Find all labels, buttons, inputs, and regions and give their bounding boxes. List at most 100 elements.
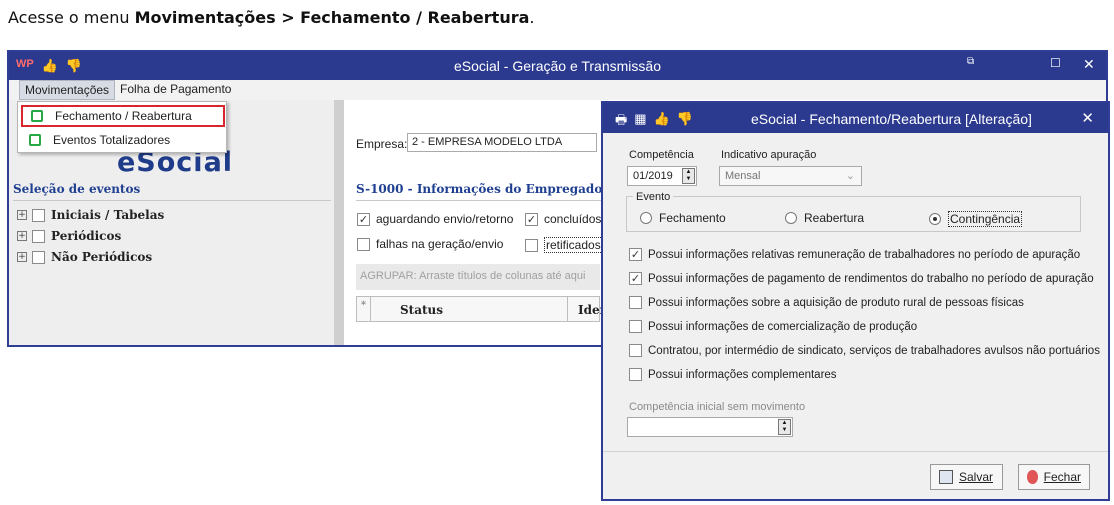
pane-splitter[interactable]: [334, 100, 344, 345]
competencia-inicial-field[interactable]: ▲ ▼: [627, 417, 793, 437]
competencia-inicial-label: Competência inicial sem movimento: [629, 401, 806, 413]
tree-checkbox[interactable]: [32, 208, 45, 222]
close-icon[interactable]: ✕: [1081, 109, 1094, 127]
maximize-icon[interactable]: ☐: [1050, 56, 1061, 70]
checkbox[interactable]: [629, 368, 642, 381]
tree-item-periodicos[interactable]: + Periódicos: [17, 229, 121, 243]
dialog-title-bar: 🖶 ▦ 👍 👎 eSocial - Fechamento/Reabertura …: [603, 103, 1108, 133]
spinner-icon[interactable]: ▲ ▼: [778, 419, 791, 435]
menu-bar: Movimentações Folha de Pagamento: [9, 80, 1106, 100]
indicativo-value: Mensal: [725, 170, 761, 182]
thumbs-up-icon[interactable]: 👍: [654, 111, 670, 133]
menu-movimentacoes[interactable]: Movimentações: [19, 80, 116, 100]
radio-icon[interactable]: [640, 212, 652, 224]
close-button[interactable]: Fechar: [1018, 464, 1090, 490]
tree-checkbox[interactable]: [32, 250, 45, 264]
competencia-value: 01/2019: [633, 170, 673, 182]
checkbox[interactable]: ✓: [525, 212, 538, 226]
checkbox[interactable]: [525, 238, 538, 252]
check-label: Possui informações relativas remuneração…: [648, 248, 1081, 261]
checkbox[interactable]: [357, 237, 370, 251]
radio-contingencia[interactable]: Contingência: [929, 211, 1023, 227]
print-icon[interactable]: 🖶: [615, 111, 627, 133]
check-produto-rural[interactable]: Possui informações sobre a aquisição de …: [629, 296, 1024, 309]
indicativo-label: Indicativo apuração: [721, 149, 817, 161]
expand-icon[interactable]: +: [17, 231, 27, 241]
document-icon: [29, 134, 41, 146]
radio-icon[interactable]: [929, 213, 941, 225]
instruction-text: Acesse o menu Movimentações > Fechamento…: [8, 8, 535, 27]
main-title-bar: WP 👍 👎 eSocial - Geração e Transmissão ⧉…: [9, 52, 1106, 80]
selection-rule: [13, 200, 331, 201]
option-falhas[interactable]: falhas na geração/envio: [357, 237, 503, 251]
tree-checkbox[interactable]: [32, 229, 45, 243]
expand-icon[interactable]: +: [17, 252, 27, 262]
option-aguardando[interactable]: ✓ aguardando envio/retorno: [357, 212, 513, 226]
instruction-prefix: Acesse o menu: [8, 8, 135, 27]
radio-label: Reabertura: [804, 211, 865, 225]
close-label: Fechar: [1043, 470, 1081, 484]
empresa-field[interactable]: 2 - EMPRESA MODELO LTDA: [407, 133, 597, 152]
instruction-suffix: .: [529, 8, 535, 27]
selection-title: Seleção de eventos: [13, 182, 141, 196]
checkbox[interactable]: [629, 320, 642, 333]
instruction-menu-path: Movimentações > Fechamento / Reabertura: [134, 8, 530, 27]
checkbox[interactable]: [629, 296, 642, 309]
check-pagamento[interactable]: ✓ Possui informações de pagamento de rend…: [629, 272, 1094, 285]
button-separator: [603, 451, 1108, 452]
section-rule: [356, 200, 606, 201]
column-status[interactable]: Status: [400, 303, 443, 317]
checkbox[interactable]: [629, 344, 642, 357]
spinner-icon[interactable]: ▲ ▼: [682, 168, 695, 184]
save-label: Salvar: [959, 470, 994, 484]
check-sindicato[interactable]: Contratou, por intermédio de sindicato, …: [629, 344, 1100, 357]
tree-label: Iniciais / Tabelas: [51, 208, 165, 222]
save-button[interactable]: Salvar: [930, 464, 1003, 490]
evento-label: Evento: [633, 191, 674, 203]
radio-label: Contingência: [948, 211, 1023, 227]
option-label: aguardando envio/retorno: [376, 212, 514, 226]
check-label: Possui informações sobre a aquisição de …: [648, 296, 1024, 309]
option-retificados[interactable]: retificados: [525, 237, 603, 253]
checkbox[interactable]: ✓: [357, 212, 370, 226]
checkbox[interactable]: ✓: [629, 272, 642, 285]
tree-label: Periódicos: [51, 229, 122, 243]
check-label: Possui informações complementares: [648, 368, 837, 381]
dialog-title: eSocial - Fechamento/Reabertura [Alteraç…: [751, 111, 1032, 127]
thumbs-down-icon[interactable]: 👎: [677, 111, 693, 133]
movimentacoes-dropdown: Fechamento / Reabertura Eventos Totaliza…: [17, 101, 227, 153]
tree-item-iniciais[interactable]: + Iniciais / Tabelas: [17, 208, 164, 222]
check-label: Contratou, por intermédio de sindicato, …: [648, 344, 1100, 357]
menu-folha-pagamento[interactable]: Folha de Pagamento: [115, 80, 236, 100]
option-label: falhas na geração/envio: [376, 237, 504, 251]
indicativo-select[interactable]: Mensal ⌄: [719, 166, 862, 186]
calendar-icon[interactable]: ▦: [634, 111, 646, 133]
column-separator[interactable]: [567, 297, 568, 321]
check-remuneracao[interactable]: ✓ Possui informações relativas remuneraçã…: [629, 248, 1080, 261]
competencia-label: Competência: [629, 149, 694, 161]
check-comercializacao[interactable]: Possui informações de comercialização de…: [629, 320, 917, 333]
radio-icon[interactable]: [785, 212, 797, 224]
row-indicator-header: *: [357, 297, 371, 321]
menu-item-fechamento-reabertura[interactable]: Fechamento / Reabertura: [21, 105, 225, 127]
document-icon: [31, 110, 43, 122]
check-complementares[interactable]: Possui informações complementares: [629, 368, 837, 381]
option-concluidos[interactable]: ✓ concluídos c: [525, 212, 611, 226]
chevron-down-icon: ⌄: [845, 170, 855, 182]
menu-item-label: Eventos Totalizadores: [53, 133, 171, 147]
tree-label: Não Periódicos: [51, 250, 153, 264]
main-window-title: eSocial - Geração e Transmissão: [454, 58, 661, 74]
close-icon[interactable]: ✕: [1083, 56, 1095, 73]
radio-reabertura[interactable]: Reabertura: [785, 211, 864, 225]
radio-fechamento[interactable]: Fechamento: [640, 211, 726, 225]
floppy-disk-icon: [939, 470, 953, 484]
tree-item-nao-periodicos[interactable]: + Não Periódicos: [17, 250, 152, 264]
menu-item-label: Fechamento / Reabertura: [55, 109, 192, 123]
expand-icon[interactable]: +: [17, 210, 27, 220]
competencia-field[interactable]: 01/2019 ▲ ▼: [627, 166, 697, 186]
group-by-bar[interactable]: AGRUPAR: Arraste títulos de colunas até …: [356, 264, 600, 290]
option-label: retificados: [544, 237, 603, 253]
menu-item-eventos-totalizadores[interactable]: Eventos Totalizadores: [21, 129, 225, 151]
checkbox[interactable]: ✓: [629, 248, 642, 261]
restore-window-icon[interactable]: ⧉: [967, 56, 974, 67]
